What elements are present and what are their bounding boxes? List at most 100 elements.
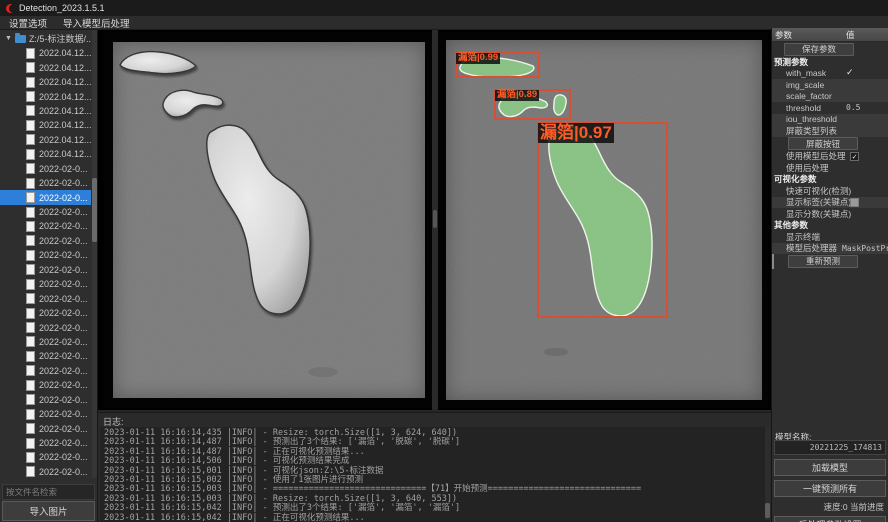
param-column-header: 参数 — [772, 29, 846, 41]
file-item[interactable]: 2022-02-0... — [0, 465, 91, 478]
file-icon — [26, 394, 35, 405]
param-row-iou-threshold[interactable]: iou_threshold — [772, 114, 888, 126]
file-item[interactable]: 2022-02-0... — [0, 378, 91, 392]
file-item[interactable]: 2022-02-0... — [0, 205, 91, 219]
file-icon — [26, 336, 35, 347]
file-item[interactable]: 2022-02-0... — [0, 407, 91, 421]
log-scrollbar[interactable] — [765, 427, 770, 520]
param-row-threshold[interactable]: threshold 0.5 — [772, 102, 888, 114]
param-label: 屏蔽类型列表 — [786, 125, 837, 137]
file-item-selected[interactable]: 2022-02-0... — [0, 190, 91, 204]
detection-label: 漏箔|0.89 — [495, 90, 539, 101]
file-icon — [26, 235, 35, 246]
file-item[interactable]: 2022-02-0... — [0, 248, 91, 262]
file-icon — [26, 149, 35, 160]
tree-root-label: Z:/5-标注数据/... — [29, 32, 91, 45]
menu-item-settings[interactable]: 设置选项 — [9, 16, 47, 30]
load-model-button[interactable]: 加载模型 — [774, 459, 886, 476]
parameter-panel: 参数 值 保存参数 预测参数 with_mask ✓ img_scale sca… — [771, 28, 888, 522]
file-item[interactable]: 2022.04.12... — [0, 46, 91, 60]
checkbox-checked-icon[interactable]: ✓ — [850, 152, 859, 161]
file-item[interactable]: 2022-02-0... — [0, 364, 91, 378]
file-item[interactable]: 2022-02-0... — [0, 291, 91, 305]
param-row-show-label[interactable]: 显示标签(关键点) — [772, 197, 888, 209]
file-item[interactable]: 2022-02-0... — [0, 176, 91, 190]
file-icon — [26, 134, 35, 145]
file-item[interactable]: 2022-02-0... — [0, 421, 91, 435]
file-item[interactable]: 2022-02-0... — [0, 349, 91, 363]
file-item[interactable]: 2022-02-0... — [0, 436, 91, 450]
save-params-button[interactable]: 保存参数 — [784, 43, 854, 56]
file-item[interactable]: 2022.04.12... — [0, 89, 91, 103]
param-value[interactable]: MaskPostPro — [842, 243, 888, 255]
file-item-label: 2022-02-0... — [39, 337, 88, 347]
file-item-label: 2022.04.12... — [39, 92, 91, 102]
predict-all-button[interactable]: 一键预测所有 — [774, 480, 886, 497]
file-item[interactable]: 2022.04.12... — [0, 147, 91, 161]
chevron-down-icon[interactable]: ▼ — [5, 35, 12, 42]
file-item-label: 2022-02-0... — [39, 452, 88, 462]
param-table-header: 参数 值 — [772, 28, 888, 42]
file-icon — [26, 466, 35, 477]
file-item[interactable]: 2022-02-0... — [0, 277, 91, 291]
prediction-image-viewer[interactable]: 漏箔|0.99 漏箔|0.89 漏箔|0.97 — [438, 32, 768, 408]
log-output[interactable]: 2023-01-11 16:16:14,435 |INFO| - Resize:… — [100, 427, 770, 522]
sidebar-scrollbar[interactable] — [92, 30, 97, 478]
file-item[interactable]: 2022-02-0... — [0, 306, 91, 320]
file-item[interactable]: 2022-02-0... — [0, 263, 91, 277]
model-name-field[interactable]: 20221225_174813 — [774, 440, 886, 455]
file-item-label: 2022-02-0... — [39, 221, 88, 231]
file-item[interactable]: 2022.04.12... — [0, 133, 91, 147]
log-scrollbar-thumb[interactable] — [765, 503, 770, 518]
checkbox-unchecked-icon[interactable] — [850, 198, 859, 207]
tree-root-folder[interactable]: ▼ Z:/5-标注数据/... — [0, 31, 91, 46]
repredict-button[interactable]: 重新预测 — [788, 255, 858, 268]
file-item[interactable]: 2022-02-0... — [0, 219, 91, 233]
file-icon — [26, 380, 35, 391]
main-area: 漏箔|0.99 漏箔|0.89 漏箔|0.97 日志: 2023-01-11 1… — [98, 30, 772, 522]
file-item-label: 2022-02-0... — [39, 351, 88, 361]
file-item[interactable]: 2022-02-0... — [0, 234, 91, 248]
postprocess-settings-button[interactable]: 后处理参数设置 — [774, 516, 886, 522]
file-item[interactable]: 2022-02-0... — [0, 162, 91, 176]
param-label: 显示分数(关键点) — [786, 208, 851, 220]
param-row-model-postprocessor[interactable]: 模型后处理器 MaskPostPro — [772, 243, 888, 255]
file-item[interactable]: 2022-02-0... — [0, 335, 91, 349]
search-input[interactable] — [2, 484, 95, 500]
file-icon — [26, 48, 35, 59]
param-row-fast-visual[interactable]: 快速可视化(检测) — [772, 185, 888, 197]
splitter-handle[interactable] — [433, 210, 437, 228]
original-image — [113, 42, 425, 398]
file-icon — [26, 365, 35, 376]
check-icon: ✓ — [846, 68, 854, 80]
file-item[interactable]: 2022-02-0... — [0, 320, 91, 334]
file-icon — [26, 423, 35, 434]
file-item[interactable]: 2022-02-0... — [0, 393, 91, 407]
file-item[interactable]: 2022.04.12... — [0, 60, 91, 74]
file-item-label: 2022.04.12... — [39, 63, 91, 73]
param-row-use-model-postprocess[interactable]: 使用模型后处理 ✓ — [772, 151, 888, 163]
param-row-show-score[interactable]: 显示分数(关键点) — [772, 208, 888, 220]
param-row-img-scale[interactable]: img_scale — [772, 79, 888, 91]
param-row-show-terminal[interactable]: 显示终端 — [772, 231, 888, 243]
file-item[interactable]: 2022.04.12... — [0, 75, 91, 89]
file-item-label: 2022-02-0... — [39, 236, 88, 246]
window-title: Detection_2023.1.5.1 — [19, 3, 105, 13]
file-item[interactable]: 2022.04.12... — [0, 118, 91, 132]
param-value[interactable]: 0.5 — [846, 102, 860, 114]
menu-item-import-postprocess[interactable]: 导入模型后处理 — [63, 16, 130, 30]
param-label: img_scale — [786, 80, 824, 90]
file-item-label: 2022-02-0... — [39, 438, 88, 448]
param-row-scale-factor[interactable]: scale_factor — [772, 91, 888, 103]
sidebar-scrollbar-thumb[interactable] — [92, 178, 97, 242]
original-image-viewer[interactable] — [104, 32, 432, 408]
file-item[interactable]: 2022.04.12... — [0, 104, 91, 118]
param-row-mask-type-list[interactable]: 屏蔽类型列表 — [772, 125, 888, 137]
import-images-button[interactable]: 导入图片 — [2, 501, 95, 521]
param-label: threshold — [786, 103, 821, 113]
param-row-use-postprocess[interactable]: 使用后处理 — [772, 162, 888, 174]
file-item[interactable]: 2022-02-0... — [0, 450, 91, 464]
param-row-with-mask[interactable]: with_mask ✓ — [772, 68, 888, 80]
mask-button[interactable]: 屏蔽按钮 — [788, 137, 858, 150]
param-label: 使用后处理 — [786, 162, 829, 174]
